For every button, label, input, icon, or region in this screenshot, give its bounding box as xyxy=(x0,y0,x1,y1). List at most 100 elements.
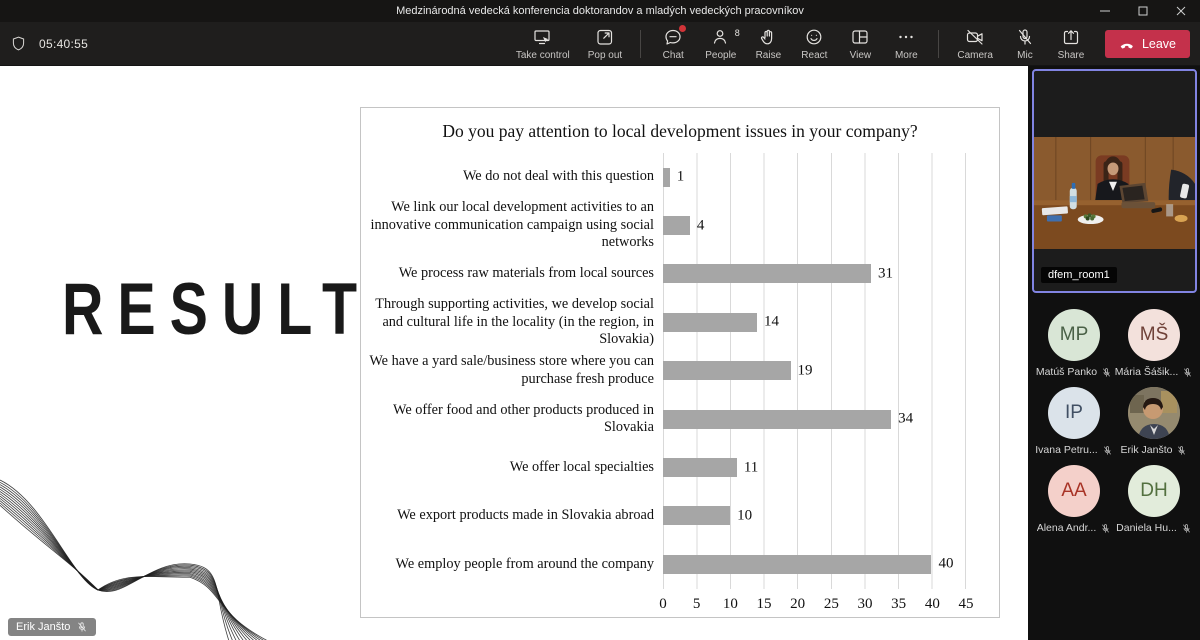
x-axis-tick: 40 xyxy=(924,596,940,612)
chart-category-label: We process raw materials from local sour… xyxy=(398,265,654,282)
avatar-initials: IP xyxy=(1048,387,1100,439)
chart-bar xyxy=(663,506,731,526)
chart-value-label: 19 xyxy=(797,362,813,379)
chart-bar xyxy=(663,409,892,429)
mic-muted-icon xyxy=(1102,445,1113,456)
chart-plot-cell: 4 xyxy=(663,201,966,250)
participant-tile-ivana-petru[interactable]: IP Ivana Petru... xyxy=(1034,387,1114,456)
mic-muted-icon xyxy=(78,622,87,632)
chart-row: We export products made in Slovakia abro… xyxy=(361,491,966,541)
x-axis-tick: 0 xyxy=(659,596,667,612)
pop-out-button[interactable]: Pop out xyxy=(580,25,630,63)
chart-title: Do you pay attention to local developmen… xyxy=(442,121,918,141)
x-axis-tick: 30 xyxy=(857,596,873,612)
avatar-initials: DH xyxy=(1128,465,1180,517)
chart-plot-cell: 1 xyxy=(663,153,966,202)
people-icon: 8 xyxy=(711,27,740,47)
chart-bar xyxy=(663,554,932,574)
chat-icon xyxy=(663,24,687,47)
maximize-button[interactable] xyxy=(1124,0,1162,22)
chart-row: We process raw materials from local sour… xyxy=(361,249,966,299)
chart-value-label: 34 xyxy=(898,410,914,427)
x-axis-tick: 5 xyxy=(692,596,701,612)
react-button[interactable]: React xyxy=(792,25,836,63)
mic-muted-icon xyxy=(1100,523,1111,534)
chart-bar xyxy=(663,216,690,236)
chat-button[interactable]: Chat xyxy=(651,24,695,63)
meeting-stage: RESULTS Do you pay attention to local de… xyxy=(0,66,1200,640)
x-axis-tick: 20 xyxy=(790,596,806,612)
chart-bar xyxy=(663,167,670,187)
chart-row: We link our local development activities… xyxy=(361,199,966,251)
meeting-toolbar: 05:40:55 Take control Pop out Chat 8 Peo… xyxy=(0,22,1200,66)
participant-name: Mária Šášik... xyxy=(1114,366,1179,378)
raise-hand-button[interactable]: Raise xyxy=(746,25,790,63)
participant-name: Matúš Panko xyxy=(1035,366,1098,378)
chart-category-label: We employ people from around the company xyxy=(395,555,655,572)
close-button[interactable] xyxy=(1162,0,1200,22)
chat-unread-dot xyxy=(679,24,687,32)
camera-off-icon xyxy=(965,27,985,47)
participant-name: Daniela Hu... xyxy=(1116,522,1177,534)
chart-plot-cell: 11 xyxy=(663,443,966,492)
mic-off-icon xyxy=(1015,27,1035,47)
participant-name: Alena Andr... xyxy=(1036,522,1097,534)
mic-muted-icon xyxy=(1181,523,1192,534)
chart-row: Through supporting activities, we develo… xyxy=(361,296,966,347)
chart-row: We offer local specialties 11 xyxy=(361,443,966,492)
chart-category-label: We offer local specialties xyxy=(509,458,654,475)
chart-value-label: 31 xyxy=(878,265,894,282)
chart-category-label: We link our local development activities… xyxy=(370,199,655,251)
take-control-button[interactable]: Take control xyxy=(508,25,578,63)
participant-tile-daniela-hu[interactable]: DH Daniela Hu... xyxy=(1114,465,1194,534)
share-button[interactable]: Share xyxy=(1049,25,1093,63)
x-axis-tick: 10 xyxy=(722,596,738,612)
chart-rows: We do not deal with this question 1 We lin… xyxy=(361,153,966,589)
shield-icon xyxy=(10,35,27,52)
pop-out-icon xyxy=(595,27,615,47)
chart-row: We employ people from around the company… xyxy=(361,540,966,589)
participant-tile-matus-panko[interactable]: MP Matúš Panko xyxy=(1034,309,1114,378)
participants-grid: MP Matúš Panko MŠ Mária Šášik... IP Ivan… xyxy=(1028,309,1200,534)
video-tile-label: dfem_room1 xyxy=(1041,267,1117,283)
chart-bar xyxy=(663,458,737,478)
view-button[interactable]: View xyxy=(838,25,882,63)
people-button[interactable]: 8 People xyxy=(697,25,744,63)
leave-button[interactable]: Leave xyxy=(1104,29,1190,58)
x-axis-tick: 45 xyxy=(958,596,974,612)
mic-button[interactable]: Mic xyxy=(1003,25,1047,63)
chart-plot-cell: 31 xyxy=(663,249,966,299)
chart-row: We do not deal with this question 1 xyxy=(361,153,966,202)
camera-button[interactable]: Camera xyxy=(949,25,1001,63)
chart-category-label: We have a yard sale/business store where… xyxy=(369,353,654,387)
video-feed xyxy=(1034,137,1195,249)
chart-value-label: 11 xyxy=(743,459,759,476)
chart-category-label: We do not deal with this question xyxy=(462,168,654,185)
meeting-title: Medzinárodná vedecká konferencia doktora… xyxy=(396,5,804,17)
toolbar-divider xyxy=(640,29,642,58)
chart-x-axis: 0 5 10 15 20 25 30 35 40 45 xyxy=(361,596,973,616)
raise-hand-icon xyxy=(758,27,778,47)
react-icon xyxy=(804,27,824,47)
active-speaker-video-tile[interactable]: dfem_room1 xyxy=(1032,69,1197,293)
chart-bar xyxy=(663,264,872,284)
participant-tile-alena-andr[interactable]: AA Alena Andr... xyxy=(1034,465,1114,534)
meeting-timer: 05:40:55 xyxy=(39,36,89,51)
chart-bar xyxy=(663,361,791,381)
participant-tile-erik-jansto[interactable]: Erik Janšto xyxy=(1114,387,1194,456)
chart-bar xyxy=(663,312,757,332)
chart-category-label: We offer food and other products produce… xyxy=(392,401,654,436)
participant-name: Ivana Petru... xyxy=(1035,444,1098,456)
chart-row: We have a yard sale/business store where… xyxy=(361,346,966,395)
chart-row: We offer food and other products produce… xyxy=(361,394,966,444)
avatar-initials: MŠ xyxy=(1128,309,1180,361)
survey-bar-chart: Do you pay attention to local developmen… xyxy=(360,107,1000,618)
window-controls xyxy=(1086,0,1200,22)
more-button[interactable]: More xyxy=(884,25,928,63)
mic-muted-icon xyxy=(1182,367,1193,378)
participants-sidebar: dfem_room1 MP Matúš Panko MŠ Mária Šášik… xyxy=(1028,66,1200,640)
chart-value-label: 40 xyxy=(938,555,954,572)
minimize-button[interactable] xyxy=(1086,0,1124,22)
chart-value-label: 1 xyxy=(676,168,685,185)
participant-tile-maria-sasik[interactable]: MŠ Mária Šášik... xyxy=(1114,309,1194,378)
